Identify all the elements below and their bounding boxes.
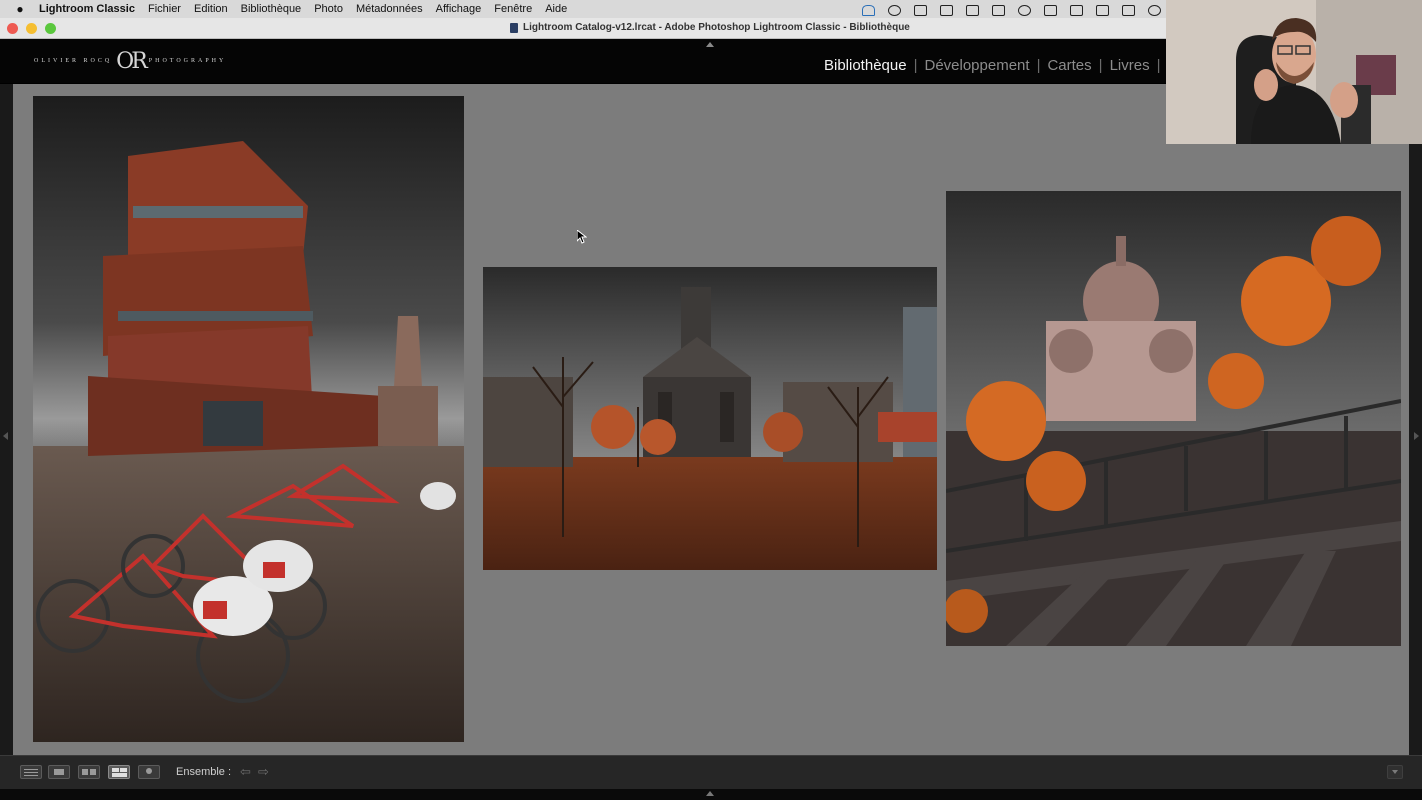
left-panel-toggle-icon[interactable] xyxy=(3,432,8,440)
right-panel-toggle-icon[interactable] xyxy=(1414,432,1419,440)
filmstrip-toggle-icon[interactable] xyxy=(706,791,714,796)
window-title: Lightroom Catalog-v12.lrcat - Adobe Phot… xyxy=(510,22,910,33)
apple-logo-icon[interactable]: ● xyxy=(13,0,27,18)
survey-photo-3[interactable] xyxy=(946,191,1401,646)
module-separator: | xyxy=(913,57,918,74)
menu-metadonnees[interactable]: Métadonnées xyxy=(356,3,423,15)
module-developpement[interactable]: Développement xyxy=(924,57,1029,74)
photo-church-square xyxy=(483,267,937,570)
volume-icon[interactable] xyxy=(1121,4,1135,16)
document-icon xyxy=(510,22,518,33)
menu-app-name[interactable]: Lightroom Classic xyxy=(39,3,135,15)
fullscreen-window-button[interactable] xyxy=(45,23,56,34)
screen-record-icon[interactable] xyxy=(939,4,953,16)
survey-view-icon[interactable] xyxy=(108,765,130,779)
photo-tower-bikes xyxy=(33,96,464,742)
mouse-cursor-icon xyxy=(577,230,587,244)
top-panel-toggle-icon[interactable] xyxy=(706,42,714,47)
identity-monogram: OR xyxy=(116,48,148,74)
module-picker: Bibliothèque | Développement | Cartes | … xyxy=(824,57,1178,74)
arrow-right-icon[interactable]: ⇨ xyxy=(258,764,269,780)
status-tray xyxy=(861,0,1161,18)
survey-photo-1[interactable] xyxy=(33,96,464,742)
module-bibliotheque[interactable]: Bibliothèque xyxy=(824,57,907,74)
clipboard-icon[interactable] xyxy=(991,4,1005,16)
toolbar-options-dropdown[interactable] xyxy=(1387,765,1403,779)
menu-aide[interactable]: Aide xyxy=(545,3,567,15)
webcam-presenter-image xyxy=(1166,0,1422,144)
photo-domed-church xyxy=(946,191,1401,646)
survey-photo-2[interactable] xyxy=(483,267,937,570)
close-window-button[interactable] xyxy=(7,23,18,34)
window-title-text: Lightroom Catalog-v12.lrcat - Adobe Phot… xyxy=(523,22,910,33)
people-view-icon[interactable] xyxy=(138,765,160,779)
module-livres[interactable]: Livres xyxy=(1110,57,1150,74)
identity-name: OLIVIER ROCQ xyxy=(34,58,113,64)
screenshot-icon[interactable] xyxy=(965,4,979,16)
menu-affichage[interactable]: Affichage xyxy=(436,3,482,15)
creative-cloud-icon[interactable] xyxy=(887,4,901,16)
dropbox-icon[interactable] xyxy=(913,4,927,16)
binoculars-icon[interactable] xyxy=(1043,4,1057,16)
webcam-overlay xyxy=(1166,0,1422,144)
ensemble-label: Ensemble : xyxy=(176,766,232,778)
grid-view-icon[interactable] xyxy=(20,765,42,779)
display-icon[interactable] xyxy=(1095,4,1109,16)
arrow-left-icon[interactable]: ⇦ xyxy=(240,764,251,780)
menu-bibliotheque[interactable]: Bibliothèque xyxy=(241,3,302,15)
menu-edition[interactable]: Edition xyxy=(194,3,228,15)
module-separator: | xyxy=(1156,57,1161,74)
module-separator: | xyxy=(1036,57,1041,74)
identity-subtitle: PHOTOGRAPHY xyxy=(148,58,227,64)
butterfly-icon[interactable] xyxy=(861,4,875,16)
loupe-view-icon[interactable] xyxy=(48,765,70,779)
dashboard-icon[interactable] xyxy=(1069,4,1083,16)
menu-photo[interactable]: Photo xyxy=(314,3,343,15)
right-panel-collapsed xyxy=(1409,84,1422,755)
module-cartes[interactable]: Cartes xyxy=(1047,57,1091,74)
compare-view-icon[interactable] xyxy=(78,765,100,779)
menu-fichier[interactable]: Fichier xyxy=(148,3,181,15)
left-panel-collapsed xyxy=(0,84,13,755)
airdrop-icon[interactable] xyxy=(1147,4,1161,16)
module-separator: | xyxy=(1098,57,1103,74)
time-machine-icon[interactable] xyxy=(1017,4,1031,16)
identity-plate[interactable]: OLIVIER ROCQ OR PHOTOGRAPHY xyxy=(34,47,226,75)
menu-fenetre[interactable]: Fenêtre xyxy=(494,3,532,15)
minimize-window-button[interactable] xyxy=(26,23,37,34)
traffic-lights xyxy=(7,23,56,34)
